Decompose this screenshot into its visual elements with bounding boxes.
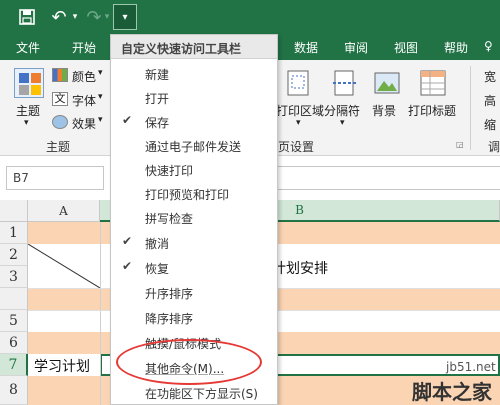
colors-button[interactable]: 颜色 — [72, 68, 96, 85]
print-area-icon[interactable] — [284, 68, 314, 98]
themes-icon[interactable] — [14, 68, 44, 98]
print-area-dropdown-icon[interactable]: ▾ — [296, 118, 301, 128]
row-header-hidden — [0, 288, 28, 310]
fonts-icon: 文 — [52, 92, 68, 106]
row-header[interactable]: 8 — [0, 376, 28, 405]
dialog-launcher-icon[interactable]: ◲ — [456, 140, 464, 149]
effects-button[interactable]: 效果 — [72, 115, 96, 132]
width-label[interactable]: 宽 — [484, 68, 496, 85]
tab-home[interactable]: 开始 — [72, 39, 96, 56]
menu-item-undo[interactable]: ✔ 撤消 — [111, 231, 277, 255]
tab-help[interactable]: 帮助 — [444, 39, 468, 56]
background-button[interactable]: 背景 — [372, 102, 396, 119]
menu-item-label: 新建 — [145, 68, 170, 82]
scale-group-label: 调 — [488, 140, 500, 154]
menu-item-label: 打印预览和打印 — [145, 188, 230, 202]
menu-item-label: 拼写检查 — [145, 212, 194, 226]
menu-item-open[interactable]: 打开 — [111, 86, 277, 110]
menu-item-label: 撤消 — [145, 237, 170, 251]
row-header[interactable]: 3 — [0, 266, 28, 288]
menu-item-print-preview[interactable]: 打印预览和打印 — [111, 182, 277, 206]
menu-item-save[interactable]: ✔ 保存 — [111, 110, 277, 134]
menu-item-label: 通过电子邮件发送 — [145, 140, 242, 154]
lightbulb-icon[interactable]: ♀ — [484, 39, 493, 53]
menu-item-email[interactable]: 通过电子邮件发送 — [111, 134, 277, 158]
menu-item-label: 保存 — [145, 116, 170, 130]
customize-qat-icon[interactable]: ▾ — [113, 4, 137, 30]
page-setup-group-label: 页设置 — [278, 140, 315, 154]
print-titles-icon[interactable] — [418, 68, 448, 98]
menu-item-label: 打开 — [145, 92, 170, 106]
print-titles-button[interactable]: 打印标题 — [408, 102, 456, 119]
menu-item-spelling[interactable]: 拼写检查 — [111, 206, 277, 230]
undo-icon[interactable]: ↶ — [48, 5, 70, 29]
themes-button[interactable]: 主题 — [16, 102, 40, 119]
menu-item-quick-print[interactable]: 快速打印 — [111, 158, 277, 182]
fonts-dropdown-icon[interactable]: ▾ — [98, 92, 103, 102]
highlight-ellipse — [116, 339, 262, 385]
breaks-dropdown-icon[interactable]: ▾ — [340, 118, 345, 128]
formula-input[interactable] — [274, 166, 500, 190]
tab-review[interactable]: 审阅 — [344, 39, 368, 56]
menu-item-sort-asc[interactable]: 升序排序 — [111, 281, 277, 305]
effects-icon — [52, 115, 68, 129]
row-header[interactable]: 7 — [0, 354, 28, 376]
save-icon[interactable] — [16, 5, 38, 29]
name-box[interactable]: B7 — [6, 166, 104, 190]
column-header-a[interactable]: A — [28, 200, 100, 222]
row-header[interactable]: 6 — [0, 332, 28, 354]
print-area-button[interactable]: 打印区域 — [276, 102, 324, 119]
fonts-button[interactable]: 字体 — [72, 92, 96, 109]
checkmark-icon: ✔ — [122, 113, 133, 127]
menu-item-label: 快速打印 — [145, 164, 194, 178]
menu-item-new[interactable]: 新建 — [111, 62, 277, 86]
watermark-text: 脚本之家 — [412, 380, 492, 404]
row-header[interactable]: 1 — [0, 222, 28, 244]
tab-view[interactable]: 视图 — [394, 39, 418, 56]
quick-access-toolbar: ↶ ▾ ↷ ▾ ▾ — [0, 0, 500, 34]
menu-item-redo[interactable]: ✔ 恢复 — [111, 256, 277, 280]
select-all-corner[interactable] — [0, 200, 28, 222]
background-icon[interactable] — [372, 68, 402, 98]
watermark-url: jb51.net — [446, 360, 496, 374]
cell-b2-text: 计划安排 — [272, 261, 328, 277]
menu-item-sort-desc[interactable]: 降序排序 — [111, 306, 277, 330]
gridline — [100, 222, 101, 405]
colors-icon — [52, 68, 68, 82]
row-header[interactable]: 2 — [0, 244, 28, 266]
undo-dropdown-icon[interactable]: ▾ — [70, 5, 80, 29]
row-header[interactable]: 5 — [0, 310, 28, 332]
cell-a7-text: 学习计划 — [34, 359, 90, 375]
tab-file[interactable]: 文件 — [16, 39, 40, 56]
effects-dropdown-icon[interactable]: ▾ — [98, 115, 103, 125]
height-label[interactable]: 高 — [484, 92, 496, 109]
menu-item-label: 恢复 — [145, 262, 170, 276]
menu-item-label: 升序排序 — [145, 287, 194, 301]
menu-item-label: 在功能区下方显示(S) — [145, 387, 258, 401]
group-divider — [470, 66, 471, 150]
breaks-icon[interactable] — [330, 68, 360, 98]
diagonal-border — [28, 244, 100, 288]
breaks-button[interactable]: 分隔符 — [324, 102, 360, 119]
redo-icon[interactable]: ↷ — [84, 5, 104, 29]
chevron-down-icon[interactable]: ▾ — [24, 118, 29, 128]
redo-dropdown-icon[interactable]: ▾ — [102, 5, 112, 29]
colors-dropdown-icon[interactable]: ▾ — [98, 68, 103, 78]
menu-item-label: 降序排序 — [145, 312, 194, 326]
themes-group-label: 主题 — [46, 140, 71, 154]
menu-title: 自定义快速访问工具栏 — [111, 35, 277, 59]
checkmark-icon: ✔ — [122, 259, 133, 273]
scale-label[interactable]: 缩 — [484, 116, 496, 133]
checkmark-icon: ✔ — [122, 234, 133, 248]
tab-data[interactable]: 数据 — [294, 39, 318, 56]
